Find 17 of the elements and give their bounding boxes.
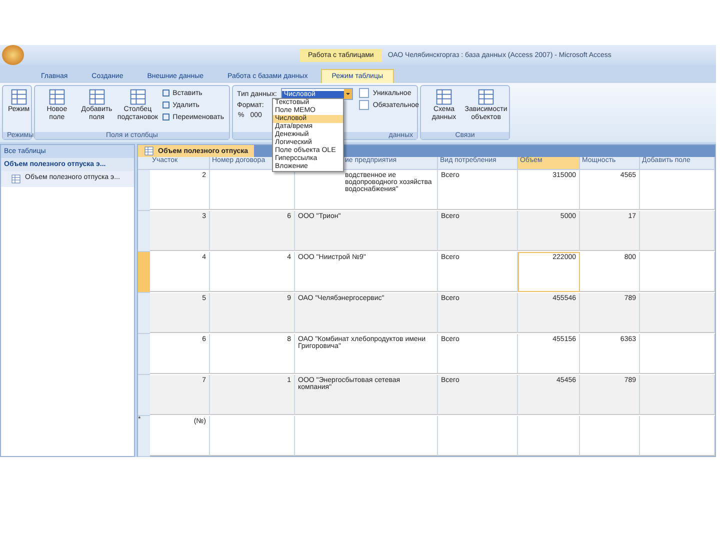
table-icon [435,88,453,106]
row-selector[interactable] [138,211,150,252]
row-selector[interactable] [138,334,150,375]
table-icon [10,88,28,106]
table-icon [48,88,66,106]
row-selector[interactable] [138,375,150,416]
checkbox[interactable] [358,100,369,110]
office-button[interactable] [2,45,24,65]
table-icon [128,88,147,106]
row-selector[interactable] [138,293,150,334]
table-icon [11,174,21,184]
row-selector[interactable] [138,252,150,293]
table-icon [88,88,106,106]
checkbox[interactable] [358,88,369,98]
select-all-corner[interactable] [138,157,150,170]
table-icon [477,88,495,106]
row-selector[interactable] [138,170,150,211]
